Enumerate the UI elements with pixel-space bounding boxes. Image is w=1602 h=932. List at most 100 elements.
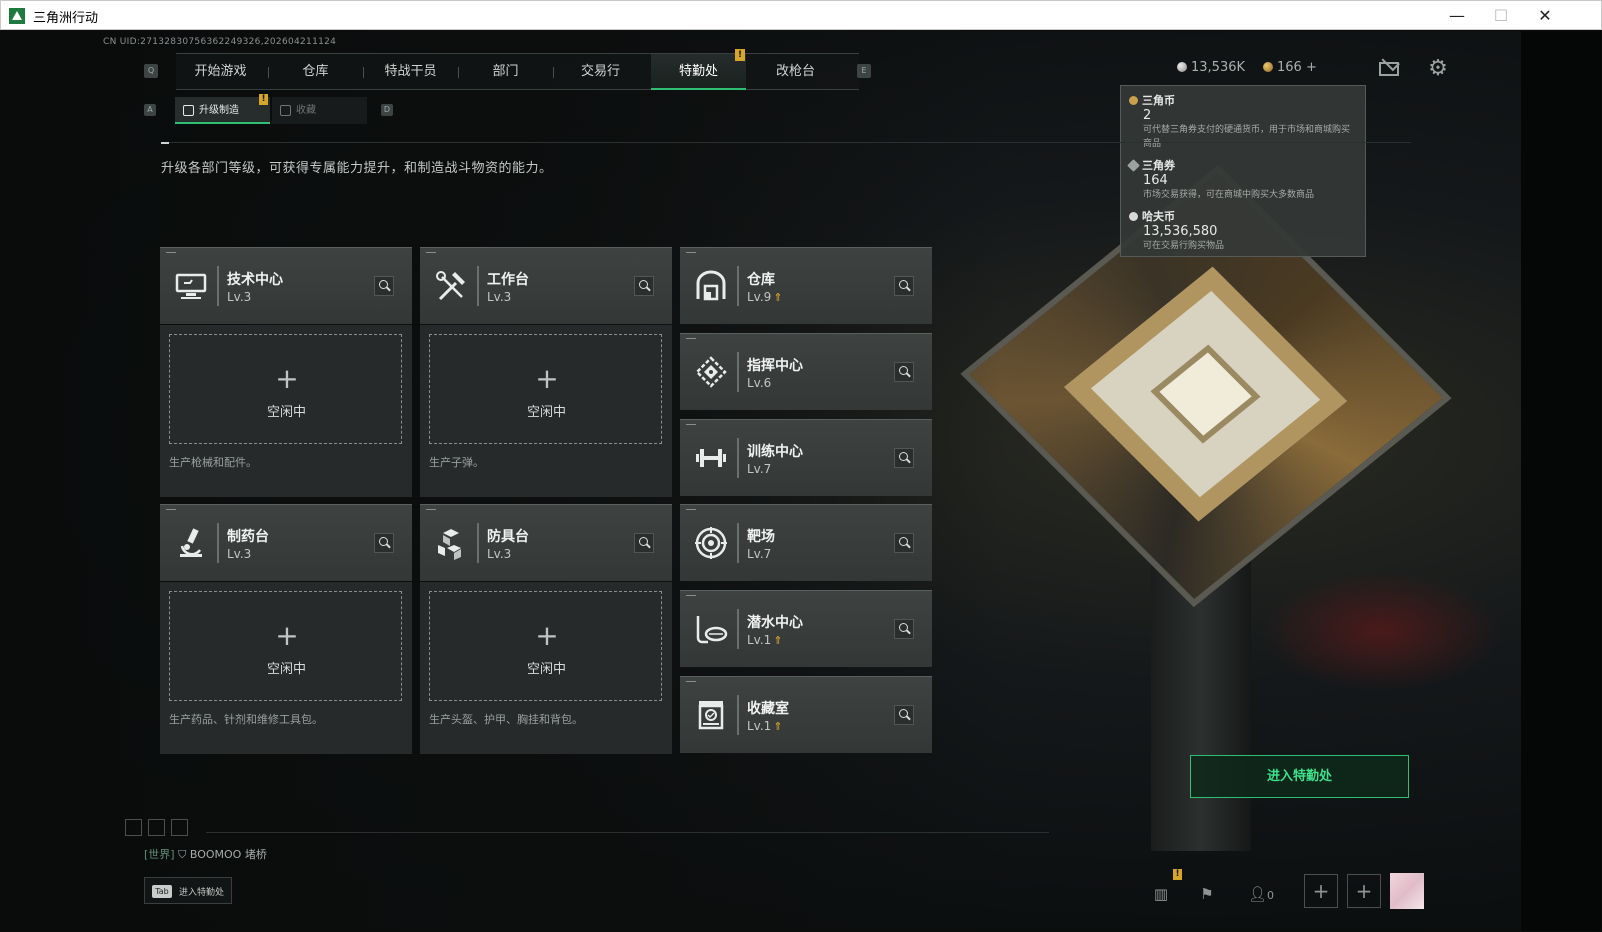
silver-amount: 13,536K	[1191, 60, 1246, 75]
subtab-collection[interactable]: 收藏	[272, 97, 367, 124]
mail-icon[interactable]	[1379, 62, 1399, 76]
haf-coin-icon	[1129, 212, 1138, 221]
avatar[interactable]	[1390, 873, 1424, 909]
chat-message: 堵桥	[244, 848, 267, 861]
plus-icon: +	[535, 619, 559, 652]
minimize-button[interactable]: —	[1434, 1, 1480, 30]
dept-level: Lv.3	[227, 290, 252, 304]
add-slot-button[interactable]: +	[1347, 874, 1381, 908]
dept-level: Lv.1	[747, 633, 772, 647]
friends-button[interactable]: 👤︎0	[1241, 877, 1281, 911]
dept-card-tech-center[interactable]: 技术中心 Lv.3	[160, 247, 412, 324]
mini-button[interactable]	[171, 819, 188, 836]
silver-coin-icon	[1177, 62, 1187, 72]
craft-slot-empty[interactable]: + 空闲中	[429, 334, 662, 444]
dept-name: 仓库	[747, 272, 775, 288]
dept-card-workbench[interactable]: 工作台 Lv.3	[420, 247, 672, 324]
craft-slot-empty[interactable]: + 空闲中	[169, 591, 402, 701]
dept-card-diving-center[interactable]: 潜水中心 Lv.1 ⇑	[680, 590, 932, 667]
dept-level: Lv.7	[747, 547, 772, 561]
tab-gunsmith[interactable]: 改枪台	[751, 54, 840, 90]
tooltip-item: 哈夫币 13,536,580 可在交易行购买物品	[1129, 208, 1353, 253]
shield-icon: ⛉	[178, 848, 187, 861]
diving-icon	[692, 610, 730, 648]
dept-card-pharmacy[interactable]: 制药台 Lv.3	[160, 504, 412, 581]
target-icon	[692, 524, 730, 562]
tab-shortcut-hint[interactable]: Tab 进入特勤处	[144, 877, 232, 904]
dept-card-command-center[interactable]: 指挥中心 Lv.6	[680, 333, 932, 410]
subtab-upgrade-craft[interactable]: 升级制造	[175, 97, 270, 124]
triangle-coin-icon	[1129, 96, 1138, 105]
dept-level-row: Lv.9 ⇑	[747, 290, 783, 304]
mini-buttons	[125, 819, 194, 840]
divider	[206, 832, 1049, 833]
tools-icon	[432, 267, 470, 305]
tab-warehouse[interactable]: 仓库	[271, 54, 360, 90]
craft-slot-empty[interactable]: + 空闲中	[429, 591, 662, 701]
nav-prev-key[interactable]: Q	[144, 64, 158, 78]
tab-special-ops[interactable]: 特勤处	[651, 54, 746, 90]
stats-icon[interactable]: ▥	[1144, 877, 1178, 911]
slot-caption: 生产子弹。	[429, 456, 484, 469]
dept-name: 工作台	[487, 272, 529, 288]
tab-department[interactable]: 部门	[461, 54, 550, 90]
search-icon[interactable]	[894, 448, 914, 468]
player-uid: CN UID:2713283075636224932​6,20260421112…	[103, 37, 337, 47]
mini-button[interactable]	[148, 819, 165, 836]
enter-special-ops-button[interactable]: 进入特勤处	[1190, 755, 1409, 798]
dept-name: 训练中心	[747, 444, 803, 460]
add-currency-button[interactable]: +	[1306, 60, 1317, 75]
chat-line[interactable]: [世界] ⛉ BOOMOO 堵桥	[144, 846, 267, 862]
search-icon[interactable]	[894, 362, 914, 382]
tooltip-value: 2	[1143, 108, 1152, 123]
dumbbell-icon	[692, 439, 730, 477]
silver-currency[interactable]: 13,536K	[1177, 60, 1245, 75]
upgrade-available-icon: ⇑	[773, 634, 783, 647]
dept-card-training-center[interactable]: 训练中心 Lv.7	[680, 419, 932, 496]
dept-card-warehouse[interactable]: 仓库 Lv.9 ⇑	[680, 247, 932, 324]
add-slot-button[interactable]: +	[1304, 874, 1338, 908]
trophy-icon	[692, 696, 730, 734]
search-icon[interactable]	[634, 533, 654, 553]
tab-trading[interactable]: 交易行	[556, 54, 645, 90]
gear-icon[interactable]: ⚙	[1428, 58, 1448, 80]
stats-alert-badge: !	[1173, 869, 1182, 880]
tab-start-game[interactable]: 开始游戏	[176, 54, 265, 90]
tooltip-desc: 市场交易获得，可在商城中购买大多数商品	[1143, 190, 1315, 200]
tab-operators[interactable]: 特战干员	[366, 54, 455, 90]
craft-slot-empty[interactable]: + 空闲中	[169, 334, 402, 444]
dept-card-collection-room[interactable]: 收藏室 Lv.1 ⇑	[680, 676, 932, 753]
search-icon[interactable]	[894, 533, 914, 553]
mini-button[interactable]	[125, 819, 142, 836]
slot-status: 空闲中	[266, 662, 306, 677]
dept-level: Lv.3	[487, 547, 512, 561]
nav-next-key[interactable]: E	[857, 64, 871, 78]
maximize-button[interactable]: ☐	[1478, 1, 1524, 30]
main-nav: 开始游戏 仓库 特战干员 部门 交易行 特勤处 改枪台	[176, 53, 859, 90]
dept-card-shooting-range[interactable]: 靶场 Lv.7	[680, 504, 932, 581]
plus-icon: +	[535, 362, 559, 395]
triangle-ticket-icon	[1127, 159, 1140, 172]
search-icon[interactable]	[374, 533, 394, 553]
dept-card-armor-bench[interactable]: 防具台 Lv.3	[420, 504, 672, 581]
search-icon[interactable]	[374, 276, 394, 296]
search-icon[interactable]	[634, 276, 654, 296]
dept-level: Lv.7	[747, 462, 772, 476]
friends-count: 0	[1267, 889, 1275, 902]
dept-level: Lv.1	[747, 719, 772, 733]
subtab-next-key[interactable]: D	[381, 104, 393, 116]
chat-channel: [世界]	[144, 848, 175, 861]
collection-icon	[280, 105, 291, 116]
search-icon[interactable]	[894, 619, 914, 639]
background-glow	[1261, 571, 1501, 691]
tooltip-name: 三角币	[1142, 94, 1175, 107]
gold-amount: 166	[1277, 60, 1302, 75]
flag-icon[interactable]: ⚑	[1190, 877, 1224, 911]
slot-status: 空闲中	[526, 662, 566, 677]
craft-slot-panel: + 空闲中 生产药品、针剂和维修工具包。	[160, 582, 412, 754]
subtab-prev-key[interactable]: A	[144, 104, 156, 116]
close-button[interactable]: ✕	[1522, 1, 1568, 30]
search-icon[interactable]	[894, 705, 914, 725]
search-icon[interactable]	[894, 276, 914, 296]
gold-currency[interactable]: 166 +	[1263, 60, 1317, 75]
